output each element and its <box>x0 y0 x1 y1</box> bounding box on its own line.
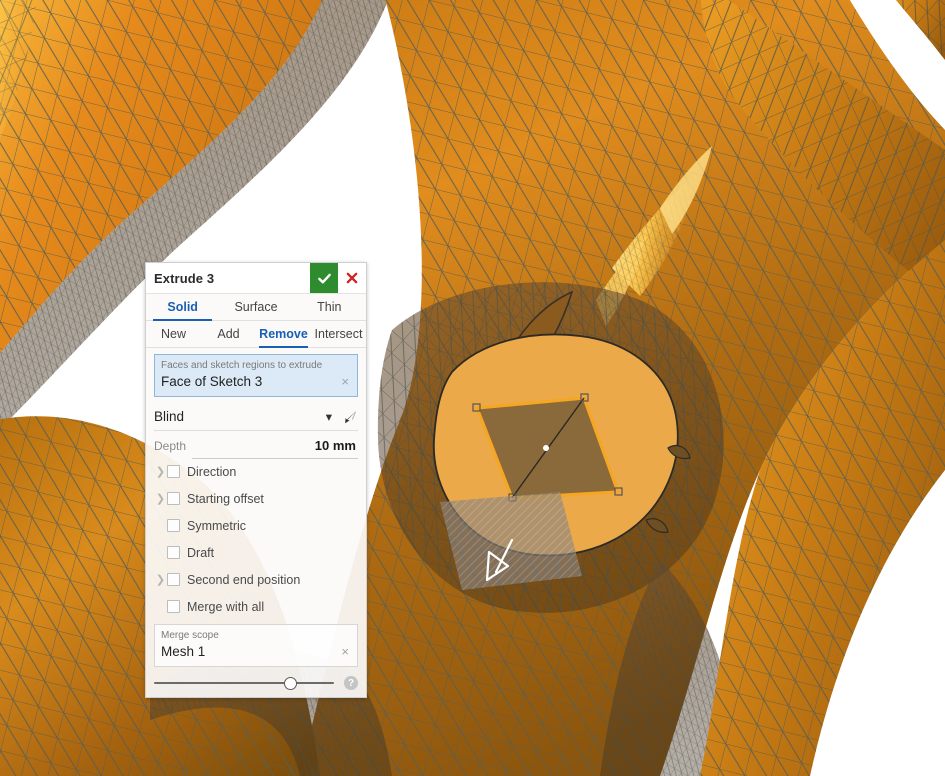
checkbox-direction[interactable] <box>167 465 180 478</box>
option-row-symmetric[interactable]: ❯ Symmetric <box>146 512 366 539</box>
selection-field-wrapper: Faces and sketch regions to extrude Face… <box>146 348 366 401</box>
dialog-footer: ? <box>146 671 366 697</box>
chevron-right-icon-starting-offset[interactable]: ❯ <box>154 492 167 505</box>
chevron-right-icon-second-end-position[interactable]: ❯ <box>154 573 167 586</box>
depth-value: 10 mm <box>315 438 358 453</box>
faces-selection-field[interactable]: Faces and sketch regions to extrude Face… <box>154 354 358 397</box>
merge-scope-label: Merge scope <box>161 629 351 642</box>
sketch-plane-group[interactable] <box>440 492 582 590</box>
arrow-diagonal-icon <box>342 409 358 425</box>
confirm-button[interactable] <box>310 263 338 293</box>
tab-new[interactable]: New <box>146 321 201 347</box>
cancel-button[interactable] <box>338 263 366 293</box>
help-icon[interactable]: ? <box>344 676 358 690</box>
extrude-dialog[interactable]: Extrude 3 Solid Surface Thin New Add Rem… <box>145 262 367 698</box>
tab-intersect[interactable]: Intersect <box>311 321 366 347</box>
tab-surface[interactable]: Surface <box>219 294 292 320</box>
merge-scope-wrapper: Merge scope Mesh 1 × <box>146 620 366 671</box>
option-label-second-end-position: Second end position <box>187 573 300 587</box>
checkmark-icon <box>317 271 332 286</box>
slider-thumb[interactable] <box>284 677 297 690</box>
option-row-direction[interactable]: ❯ Direction <box>146 458 366 485</box>
merge-scope-clear-icon[interactable]: × <box>339 645 351 659</box>
primary-tabs[interactable]: Solid Surface Thin <box>146 294 366 321</box>
depth-row[interactable]: Depth 10 mm <box>154 433 358 458</box>
sketch-center-point <box>543 445 549 451</box>
merge-scope-value: Mesh 1 <box>161 642 339 661</box>
checkbox-symmetric[interactable] <box>167 519 180 532</box>
tab-remove[interactable]: Remove <box>256 321 311 347</box>
checkbox-merge-with-all[interactable] <box>167 600 180 613</box>
tab-thin[interactable]: Thin <box>293 294 366 320</box>
tab-add[interactable]: Add <box>201 321 256 347</box>
checkbox-draft[interactable] <box>167 546 180 559</box>
close-icon <box>345 271 359 285</box>
end-condition-row[interactable]: Blind ▾ <box>154 403 358 431</box>
slider-track <box>154 682 334 684</box>
dialog-title-bar[interactable]: Extrude 3 <box>146 263 366 294</box>
faces-selection-label: Faces and sketch regions to extrude <box>161 359 351 372</box>
option-label-symmetric: Symmetric <box>187 519 246 533</box>
depth-input[interactable]: 10 mm <box>192 433 358 459</box>
checkbox-second-end-position[interactable] <box>167 573 180 586</box>
option-label-merge-with-all: Merge with all <box>187 600 264 614</box>
checkbox-starting-offset[interactable] <box>167 492 180 505</box>
merge-scope-value-row: Mesh 1 × <box>161 642 351 661</box>
option-row-starting-offset[interactable]: ❯ Starting offset <box>146 485 366 512</box>
3d-model-viewport[interactable] <box>0 0 945 776</box>
option-row-second-end-position[interactable]: ❯ Second end position <box>146 566 366 593</box>
faces-selection-clear-icon[interactable]: × <box>339 375 351 389</box>
chevron-down-icon[interactable]: ▾ <box>326 409 332 424</box>
faces-selection-value-row: Face of Sketch 3 × <box>161 372 351 391</box>
option-label-direction: Direction <box>187 465 236 479</box>
option-row-draft[interactable]: ❯ Draft <box>146 539 366 566</box>
depth-label: Depth <box>154 439 186 453</box>
flip-direction-icon[interactable] <box>342 409 358 425</box>
model-canvas[interactable] <box>0 0 945 776</box>
secondary-tabs[interactable]: New Add Remove Intersect <box>146 321 366 348</box>
tab-solid[interactable]: Solid <box>146 294 219 320</box>
option-label-starting-offset: Starting offset <box>187 492 264 506</box>
option-row-merge-with-all[interactable]: ❯ Merge with all <box>146 593 366 620</box>
end-condition-value[interactable]: Blind <box>154 409 326 424</box>
faces-selection-value: Face of Sketch 3 <box>161 372 339 391</box>
option-label-draft: Draft <box>187 546 214 560</box>
opacity-slider[interactable] <box>154 676 334 690</box>
merge-scope-field[interactable]: Merge scope Mesh 1 × <box>154 624 358 667</box>
dialog-title: Extrude 3 <box>146 263 310 293</box>
chevron-right-icon-direction[interactable]: ❯ <box>154 465 167 478</box>
